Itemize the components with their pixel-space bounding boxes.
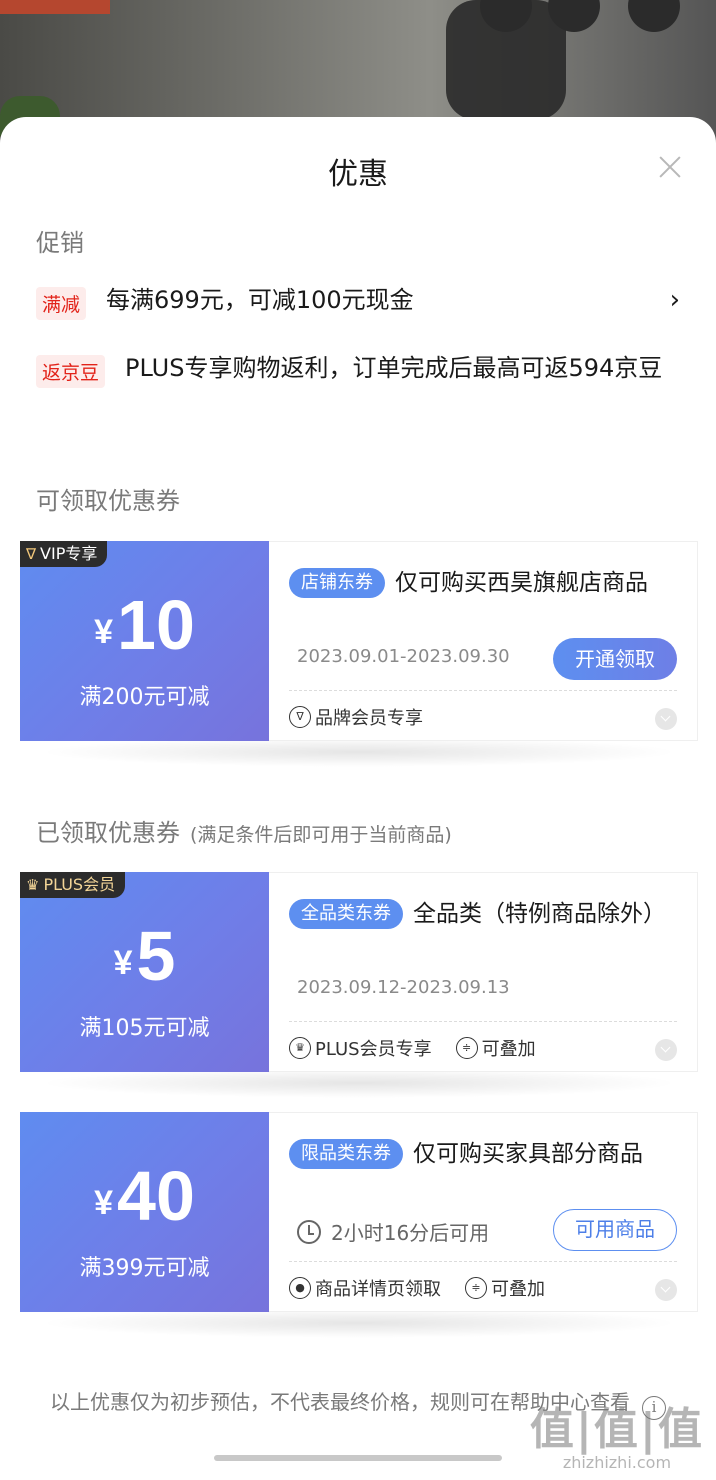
coupon-value-panel: ¥40 满399元可减 bbox=[20, 1112, 269, 1312]
coupon-headline: 全品类东券 全品类（特例商品除外） bbox=[289, 897, 677, 931]
tag-item: ● 商品详情页领取 bbox=[289, 1275, 441, 1301]
divider bbox=[289, 1021, 677, 1022]
coupon-threshold: 满399元可减 bbox=[79, 1256, 210, 1281]
badge-label: VIP专享 bbox=[40, 544, 98, 563]
coupon-value-panel: ∇ VIP专享 ¥10 满200元可减 bbox=[20, 541, 269, 741]
coupon-description: 仅可购买家具部分商品 bbox=[413, 1141, 643, 1167]
coupon-tags: ● 商品详情页领取 ≑ 可叠加 bbox=[289, 1275, 545, 1301]
coupon-threshold: 满105元可减 bbox=[79, 1016, 210, 1041]
tag-item: ∇ 品牌会员专享 bbox=[289, 704, 423, 730]
discount-sheet: 优惠 促销 满减 每满699元，可减100元现金 › 返京豆 PLUS专享购物返… bbox=[0, 117, 716, 1480]
expand-icon[interactable] bbox=[655, 1039, 677, 1061]
plus-badge: ♛ PLUS会员 bbox=[20, 872, 126, 898]
coupon-amount: ¥40 bbox=[94, 1157, 195, 1235]
crown-icon: ♛ bbox=[289, 1037, 311, 1059]
coupon-type-badge: 限品类东券 bbox=[289, 1139, 403, 1169]
coupon-tags: ∇ 品牌会员专享 bbox=[289, 704, 423, 730]
promo-tag: 满减 bbox=[36, 287, 87, 320]
coupon-info-panel: 限品类东券 仅可购买家具部分商品 2小时16分后可用 可用商品 ● 商品详情页领取… bbox=[269, 1112, 698, 1312]
vip-icon: ∇ bbox=[26, 545, 37, 563]
promo-tag: 返京豆 bbox=[36, 355, 106, 388]
coupon-headline: 店铺东券 仅可购买西昊旗舰店商品 bbox=[289, 566, 677, 600]
background-shelf bbox=[0, 0, 110, 14]
coupon-card: ♛ PLUS会员 ¥5 满105元可减 全品类东券 全品类（特例商品除外） 202… bbox=[20, 872, 698, 1098]
coupon-threshold: 满200元可减 bbox=[79, 685, 210, 710]
coupon-date-range: 2023.09.01-2023.09.30 bbox=[297, 646, 510, 667]
available-coupons-heading: 可领取优惠券 bbox=[36, 487, 180, 515]
coupon-headline: 限品类东券 仅可购买家具部分商品 bbox=[289, 1137, 677, 1171]
divider bbox=[289, 1261, 677, 1262]
claimed-coupons-note: (满足条件后即可用于当前商品) bbox=[190, 824, 452, 846]
cart-icon[interactable] bbox=[628, 0, 680, 32]
watermark: 值|值|值 zhizhizhi.com bbox=[529, 1404, 704, 1472]
tag-item: ≑ 可叠加 bbox=[455, 1035, 536, 1061]
expand-icon[interactable] bbox=[655, 1279, 677, 1301]
badge-label: PLUS会员 bbox=[43, 875, 116, 894]
coupon-info-panel: 全品类东券 全品类（特例商品除外） 2023.09.12-2023.09.13 ♛… bbox=[269, 872, 698, 1072]
coupon-value-panel: ♛ PLUS会员 ¥5 满105元可减 bbox=[20, 872, 269, 1072]
tag-item: ♛ PLUS会员专享 bbox=[289, 1035, 432, 1061]
coupon-amount: ¥10 bbox=[94, 586, 195, 664]
coupon-card: ¥40 满399元可减 限品类东券 仅可购买家具部分商品 2小时16分后可用 可用… bbox=[20, 1112, 698, 1338]
stackable-icon: ≑ bbox=[465, 1277, 487, 1299]
activate-claim-button[interactable]: 开通领取 bbox=[553, 638, 677, 680]
ticket-icon: ● bbox=[289, 1277, 311, 1299]
tag-item: ≑ 可叠加 bbox=[465, 1275, 545, 1301]
close-icon[interactable] bbox=[658, 155, 682, 179]
promo-row-full-reduction[interactable]: 满减 每满699元，可减100元现金 › bbox=[36, 283, 680, 320]
crown-icon: ♛ bbox=[26, 876, 40, 894]
home-indicator[interactable] bbox=[214, 1455, 502, 1461]
expand-icon[interactable] bbox=[655, 708, 677, 730]
coupon-date-range: 2023.09.12-2023.09.13 bbox=[297, 977, 510, 998]
promo-text: PLUS专享购物返利，订单完成后最高可返594京豆 bbox=[125, 354, 663, 382]
claimed-coupons-heading: 已领取优惠券 (满足条件后即可用于当前商品) bbox=[36, 819, 452, 847]
coupon-description: 全品类（特例商品除外） bbox=[413, 901, 666, 927]
clock-icon bbox=[297, 1219, 321, 1244]
divider bbox=[289, 690, 677, 691]
sheet-title: 优惠 bbox=[328, 157, 388, 192]
coupon-countdown: 2小时16分后可用 bbox=[297, 1217, 489, 1246]
promo-text: 每满699元，可减100元现金 bbox=[106, 286, 414, 314]
coupon-tags: ♛ PLUS会员专享 ≑ 可叠加 bbox=[289, 1035, 536, 1061]
promo-row-jingdou: 返京豆 PLUS专享购物返利，订单完成后最高可返594京豆 bbox=[36, 351, 680, 388]
chevron-right-icon: › bbox=[669, 285, 680, 315]
promotions-heading: 促销 bbox=[36, 229, 84, 257]
brand-member-icon: ∇ bbox=[289, 706, 311, 728]
coupon-type-badge: 店铺东券 bbox=[289, 568, 385, 598]
coupon-card: ∇ VIP专享 ¥10 满200元可减 店铺东券 仅可购买西昊旗舰店商品 2023… bbox=[20, 541, 698, 767]
coupon-info-panel: 店铺东券 仅可购买西昊旗舰店商品 2023.09.01-2023.09.30 开通… bbox=[269, 541, 698, 741]
applicable-products-button[interactable]: 可用商品 bbox=[553, 1209, 677, 1251]
stackable-icon: ≑ bbox=[455, 1037, 478, 1059]
coupon-description: 仅可购买西昊旗舰店商品 bbox=[395, 570, 648, 596]
vip-badge: ∇ VIP专享 bbox=[20, 541, 108, 567]
coupon-type-badge: 全品类东券 bbox=[289, 899, 403, 929]
coupon-amount: ¥5 bbox=[113, 917, 176, 995]
